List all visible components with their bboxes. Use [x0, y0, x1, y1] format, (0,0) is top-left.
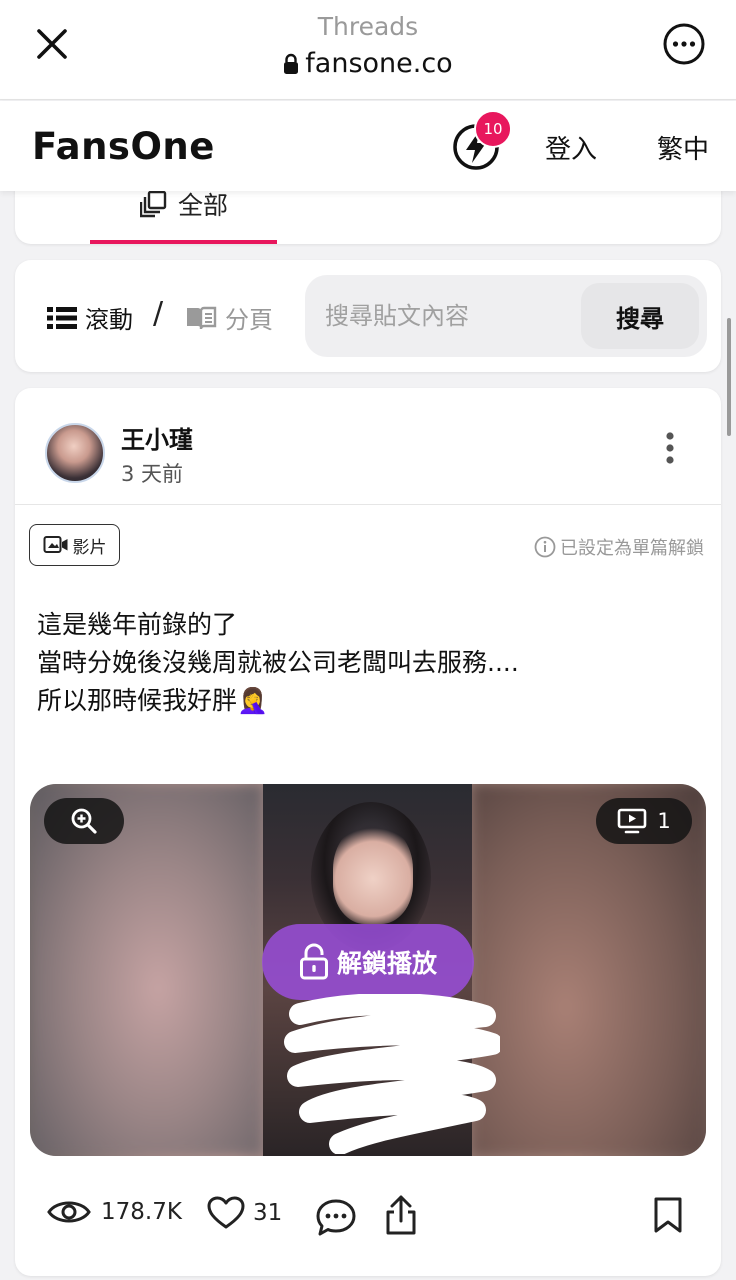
- like-count: 31: [253, 1200, 283, 1226]
- comment-button[interactable]: [315, 1198, 357, 1242]
- unlock-play-button[interactable]: 解鎖播放: [262, 924, 474, 1000]
- media-preview-face: [333, 824, 413, 924]
- browser-more-button[interactable]: [662, 22, 706, 66]
- view-count-value: 178.7K: [101, 1199, 182, 1225]
- post-text-line: 這是幾年前錄的了: [37, 610, 238, 639]
- zoom-button[interactable]: [44, 798, 124, 844]
- page: Threads fansone.co 全部 FansOne 10 登入 繁中 滾…: [0, 0, 736, 1280]
- unlock-play-label: 解鎖播放: [336, 949, 437, 978]
- post-actions: 178.7K 31: [15, 1188, 721, 1248]
- view-mode-scroll-label: 滾動: [85, 306, 133, 334]
- login-link[interactable]: 登入: [545, 129, 597, 166]
- play-screen-icon: [618, 808, 647, 834]
- in-app-browser-bar: Threads fansone.co: [0, 0, 736, 100]
- media-count: 1: [657, 809, 671, 833]
- browser-url[interactable]: fansone.co: [0, 48, 736, 79]
- search-input[interactable]: [325, 293, 565, 339]
- post-header-divider: [15, 504, 721, 505]
- comment-icon: [316, 1199, 356, 1236]
- heart-icon: [207, 1196, 245, 1229]
- tab-all[interactable]: 全部: [140, 186, 228, 222]
- post-body: 這是幾年前錄的了 當時分娩後沒幾周就被公司老闆叫去服務.... 所以那時候我好胖…: [37, 606, 519, 720]
- bookmark-icon: [654, 1197, 682, 1233]
- post-media[interactable]: 1 解鎖播放: [30, 784, 706, 1156]
- eye-icon: [47, 1201, 91, 1223]
- view-mode-separator: /: [153, 296, 164, 331]
- fansone-logo[interactable]: FansOne: [32, 125, 215, 168]
- avatar[interactable]: [45, 423, 105, 483]
- scrollbar-thumb[interactable]: [727, 318, 731, 436]
- post-menu-button[interactable]: [655, 428, 685, 468]
- info-icon: [534, 536, 556, 558]
- media-count-pill: 1: [596, 798, 692, 844]
- view-mode-scroll[interactable]: 滾動: [47, 300, 133, 335]
- view-count: 178.7K: [47, 1198, 182, 1226]
- post-card: 王小瑾 3 天前 影片 已設定為單篇解鎖 這是幾年前錄的了 當時分娩後沒幾周就被…: [15, 388, 721, 1276]
- active-tab-indicator: [90, 240, 277, 244]
- more-horizontal-icon: [663, 23, 705, 65]
- post-text-line: 當時分娩後沒幾周就被公司老闆叫去服務....: [37, 648, 519, 677]
- book-icon: [187, 306, 217, 329]
- zoom-in-icon: [71, 808, 97, 834]
- unlock-icon: [299, 943, 328, 980]
- language-switch[interactable]: 繁中: [657, 129, 709, 166]
- bookmark-button[interactable]: [653, 1196, 683, 1238]
- share-button[interactable]: [384, 1194, 418, 1240]
- lock-icon: [283, 53, 299, 75]
- author-name[interactable]: 王小瑾: [121, 420, 193, 455]
- browser-url-text: fansone.co: [305, 48, 453, 79]
- stack-icon: [140, 190, 167, 218]
- more-vertical-icon: [666, 432, 674, 464]
- unlock-note: 已設定為單篇解鎖: [534, 534, 704, 560]
- notification-badge: 10: [474, 110, 512, 148]
- post-type-label: 影片: [72, 537, 107, 558]
- browser-app-title: Threads: [317, 12, 419, 41]
- post-text-line: 所以那時候我好胖🤦‍♀️: [37, 686, 269, 715]
- site-header: FansOne 10 登入 繁中: [0, 101, 736, 191]
- post-type-badge: 影片: [29, 524, 120, 566]
- post-toolbar: 滾動 / 分頁 搜尋: [15, 260, 721, 372]
- unlock-note-text: 已設定為單篇解鎖: [560, 538, 704, 559]
- list-icon: [47, 306, 77, 329]
- view-mode-paged-label: 分頁: [225, 306, 273, 334]
- view-mode-paged[interactable]: 分頁: [185, 300, 273, 335]
- search-box: 搜尋: [305, 275, 707, 357]
- share-icon: [386, 1195, 416, 1235]
- tab-all-label: 全部: [178, 191, 229, 220]
- post-timestamp: 3 天前: [121, 462, 184, 486]
- search-button[interactable]: 搜尋: [581, 283, 699, 349]
- like-button[interactable]: 31: [207, 1196, 282, 1230]
- video-icon: [43, 536, 67, 553]
- redaction-scribble: [284, 994, 500, 1154]
